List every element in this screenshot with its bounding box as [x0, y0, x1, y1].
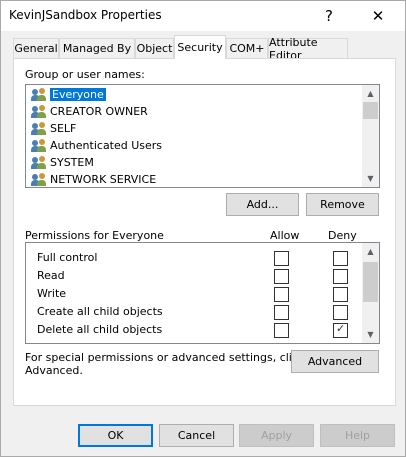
advanced-button-label: Advanced [307, 355, 363, 368]
close-button[interactable]: ✕ [355, 1, 401, 31]
allow-checkbox[interactable] [274, 269, 289, 284]
list-item-authenticated-users[interactable]: Authenticated Users [27, 137, 360, 154]
remove-button-label: Remove [320, 198, 365, 211]
permission-row: Write [27, 285, 362, 303]
permission-row: Delete all child objects ✓ [27, 321, 362, 339]
tab-label: General [14, 42, 58, 55]
permissions-label: Permissions for Everyone [25, 229, 164, 242]
user-name: CREATOR OWNER [50, 105, 148, 118]
advanced-button[interactable]: Advanced [291, 350, 379, 373]
scroll-down-icon[interactable]: ▼ [362, 170, 379, 187]
deny-checkbox[interactable]: ✓ [333, 322, 348, 338]
permissions-list: Full control Read Write Create all child… [25, 242, 380, 344]
ok-button-label: OK [107, 429, 124, 442]
apply-button[interactable]: Apply [239, 424, 314, 447]
tab-attribute-editor[interactable]: Attribute Editor [268, 36, 348, 62]
cancel-button-label: Cancel [177, 429, 216, 442]
user-group-icon [31, 173, 47, 186]
group-or-user-names-label: Group or user names: [25, 68, 145, 81]
user-group-icon [31, 139, 47, 152]
list-item-network-service[interactable]: NETWORK SERVICE [27, 171, 360, 187]
list-item-system[interactable]: SYSTEM [27, 154, 360, 171]
deny-checkbox[interactable] [333, 251, 348, 266]
allow-header: Allow [270, 229, 300, 242]
scroll-down-icon[interactable]: ▼ [362, 326, 379, 343]
add-button-label: Add... [246, 198, 279, 211]
tab-object[interactable]: Object [135, 38, 174, 58]
window-title: KevinJSandbox Properties [9, 8, 162, 22]
close-icon: ✕ [371, 7, 385, 25]
remove-button[interactable]: Remove [306, 193, 379, 216]
allow-checkbox[interactable] [274, 305, 289, 320]
special-permissions-text-line2: Advanced. [25, 364, 83, 377]
tab-label: Object [136, 42, 173, 55]
list-item-creator-owner[interactable]: CREATOR OWNER [27, 103, 360, 120]
user-list[interactable]: Everyone CREATOR OWNER SELF Authenticate… [25, 84, 380, 188]
allow-checkbox[interactable] [274, 251, 289, 266]
list-item-self[interactable]: SELF [27, 120, 360, 137]
user-name: NETWORK SERVICE [50, 173, 157, 186]
check-icon: ✓ [336, 322, 346, 335]
cancel-button[interactable]: Cancel [159, 424, 234, 447]
permissions-scrollbar[interactable]: ▲ ▼ [362, 243, 379, 343]
user-name: SYSTEM [50, 156, 94, 169]
scroll-up-icon[interactable]: ▲ [362, 243, 379, 260]
scroll-up-icon[interactable]: ▲ [362, 85, 379, 102]
user-group-icon [31, 156, 47, 169]
special-permissions-text-line1: For special permissions or advanced sett… [25, 351, 305, 364]
title-bar: KevinJSandbox Properties ? ✕ [1, 1, 405, 31]
ok-button[interactable]: OK [78, 424, 153, 447]
permission-name: Write [37, 287, 67, 300]
properties-dialog: KevinJSandbox Properties ? ✕ General Man… [0, 0, 406, 457]
user-name: Authenticated Users [50, 139, 163, 152]
permission-row: Create all child objects [27, 303, 362, 321]
tab-general[interactable]: General [13, 38, 59, 58]
tab-label: COM+ [229, 42, 265, 55]
apply-button-label: Apply [260, 429, 293, 442]
permission-row: Read [27, 267, 362, 285]
deny-checkbox[interactable] [333, 305, 348, 320]
help-button-label: Help [344, 429, 371, 442]
permission-row: Full control [27, 249, 362, 267]
user-group-icon [31, 122, 47, 135]
permission-name: Read [37, 269, 65, 282]
user-name: SELF [50, 122, 77, 135]
tab-security[interactable]: Security [174, 35, 226, 59]
help-button[interactable]: ? [306, 1, 352, 31]
help-footer-button[interactable]: Help [320, 424, 395, 447]
deny-header: Deny [328, 229, 357, 242]
help-icon: ? [325, 7, 333, 25]
tab-label: Managed By [62, 42, 132, 55]
allow-checkbox[interactable] [274, 323, 289, 338]
user-group-icon [31, 105, 47, 118]
user-name: Everyone [50, 88, 106, 101]
scroll-thumb[interactable] [363, 262, 378, 302]
user-list-scrollbar[interactable]: ▲ ▼ [362, 85, 379, 187]
permission-name: Full control [37, 251, 98, 264]
permission-name: Delete all child objects [37, 323, 163, 336]
allow-checkbox[interactable] [274, 287, 289, 302]
permission-name: Create all child objects [37, 305, 163, 318]
tab-com-plus[interactable]: COM+ [226, 38, 268, 58]
tab-label: Security [177, 41, 223, 54]
add-button[interactable]: Add... [226, 193, 299, 216]
deny-checkbox[interactable] [333, 269, 348, 284]
user-group-icon [31, 88, 47, 101]
tab-managed-by[interactable]: Managed By [59, 38, 135, 58]
scroll-thumb[interactable] [363, 102, 378, 119]
list-item-everyone[interactable]: Everyone [27, 86, 360, 103]
deny-checkbox[interactable] [333, 287, 348, 302]
